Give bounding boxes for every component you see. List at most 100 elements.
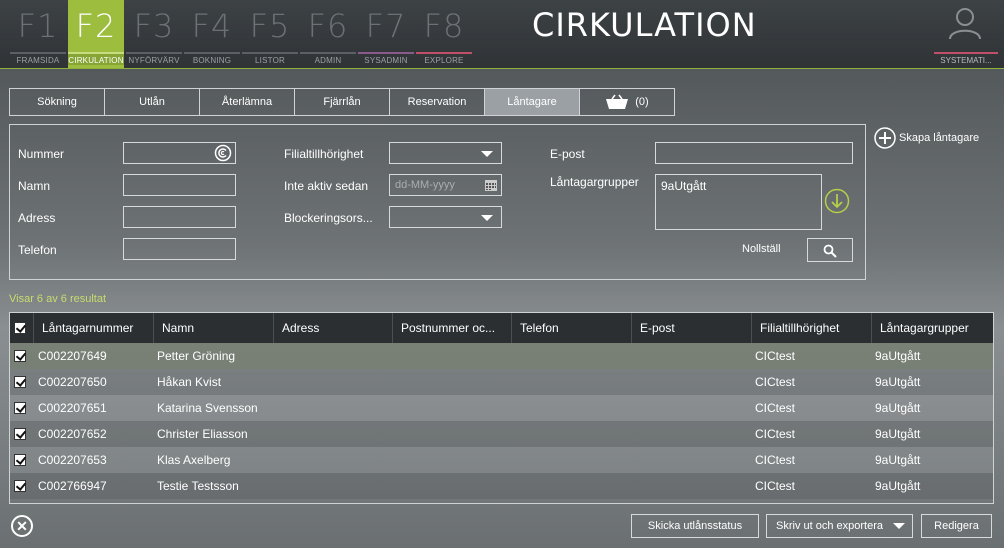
cell-number: C002207653 bbox=[38, 453, 107, 467]
create-borrower-label: Skapa låntagare bbox=[899, 132, 980, 144]
address-input[interactable] bbox=[123, 206, 236, 228]
number-input[interactable] bbox=[123, 142, 236, 164]
fkey-number: F7 bbox=[365, 7, 407, 45]
cell-group: 9aUtgått bbox=[875, 427, 921, 441]
column-header-email[interactable]: E-post bbox=[632, 313, 752, 343]
fkey-f2-cirkulation[interactable]: F2 CIRKULATION bbox=[68, 0, 124, 68]
row-checkbox[interactable] bbox=[14, 454, 26, 466]
tab-sokning[interactable]: Sökning bbox=[10, 89, 105, 115]
tab-lantagare[interactable]: Låntagare bbox=[485, 89, 580, 115]
chevron-down-icon bbox=[481, 215, 493, 221]
fkey-label: FRAMSIDA bbox=[10, 52, 66, 65]
cell-name: Håkan Kvist bbox=[157, 375, 222, 389]
send-loan-status-button[interactable]: Skicka utlånsstatus bbox=[631, 514, 759, 538]
table-row[interactable]: C002207653 Klas Axelberg CICtest 9aUtgåt… bbox=[10, 447, 993, 473]
fkey-f3-nyforvarv[interactable]: F3 NYFÖRVÄRV bbox=[126, 0, 182, 68]
branch-select[interactable] bbox=[389, 142, 502, 164]
fkey-number: F4 bbox=[191, 7, 233, 45]
tab-fjarrlan[interactable]: Fjärrlån bbox=[295, 89, 390, 115]
create-borrower-button[interactable]: Skapa låntagare bbox=[874, 127, 979, 149]
blocking-reason-label: Blockeringsors... bbox=[284, 211, 373, 225]
borrower-groups-list[interactable]: 9aUtgått bbox=[655, 174, 822, 230]
cell-name: Petter Gröning bbox=[157, 349, 236, 363]
row-checkbox[interactable] bbox=[14, 402, 26, 414]
inactive-since-input[interactable]: dd-MM-yyyy bbox=[389, 174, 502, 196]
fkey-number: F8 bbox=[423, 7, 465, 45]
name-input[interactable] bbox=[123, 174, 236, 196]
download-arrow-icon[interactable] bbox=[824, 188, 850, 214]
cell-number: C002207652 bbox=[38, 427, 107, 441]
cell-group: 9aUtgått bbox=[875, 479, 921, 493]
phone-label: Telefon bbox=[18, 243, 57, 257]
name-label: Namn bbox=[18, 179, 51, 193]
circulation-tabs: Sökning Utlån Återlämna Fjärrlån Reserva… bbox=[9, 88, 675, 116]
basket-count: (0) bbox=[635, 96, 649, 108]
column-header-name[interactable]: Namn bbox=[154, 313, 274, 343]
fkey-number: F2 bbox=[75, 7, 117, 45]
tab-utlan[interactable]: Utlån bbox=[105, 89, 200, 115]
reset-button[interactable]: Nollställ bbox=[742, 243, 781, 255]
column-header-address[interactable]: Adress bbox=[274, 313, 393, 343]
table-row[interactable]: C002207651 Katarina Svensson CICtest 9aU… bbox=[10, 395, 993, 421]
fkey-f8-explore[interactable]: F8 EXPLORE bbox=[416, 0, 472, 68]
tab-reservation[interactable]: Reservation bbox=[390, 89, 485, 115]
number-label: Nummer bbox=[18, 147, 65, 161]
row-checkbox[interactable] bbox=[14, 350, 26, 362]
fkey-f1-framsida[interactable]: F1 FRAMSIDA bbox=[10, 0, 66, 68]
cell-branch: CICtest bbox=[755, 349, 796, 363]
cell-branch: CICtest bbox=[755, 401, 796, 415]
results-table: Låntagarnummer Namn Adress Postnummer oc… bbox=[9, 312, 994, 504]
table-row[interactable]: C002766947 Testie Testsson CICtest 9aUtg… bbox=[10, 473, 993, 499]
cell-branch: CICtest bbox=[755, 453, 796, 467]
print-export-button[interactable]: Skriv ut och exportera bbox=[766, 514, 913, 538]
search-icon bbox=[823, 244, 837, 258]
tab-basket[interactable]: (0) bbox=[580, 89, 674, 115]
cell-group: 9aUtgått bbox=[875, 375, 921, 389]
user-label: SYSTEMATI... bbox=[934, 52, 998, 65]
close-button[interactable]: ✕ bbox=[11, 515, 33, 537]
column-header-phone[interactable]: Telefon bbox=[512, 313, 632, 343]
column-header-branch[interactable]: Filialtillhörighet bbox=[752, 313, 872, 343]
basket-icon bbox=[606, 94, 629, 109]
fkey-label: SYSADMIN bbox=[358, 52, 414, 65]
phone-input[interactable] bbox=[123, 238, 236, 260]
blocking-reason-select[interactable] bbox=[389, 206, 502, 228]
fkey-f6-admin[interactable]: F6 ADMIN bbox=[300, 0, 356, 68]
email-input[interactable] bbox=[655, 142, 853, 164]
fkey-f7-sysadmin[interactable]: F7 SYSADMIN bbox=[358, 0, 414, 68]
select-all-checkbox[interactable] bbox=[14, 322, 26, 334]
table-row[interactable]: C002207652 Christer Eliasson CICtest 9aU… bbox=[10, 421, 993, 447]
tab-aterlamna[interactable]: Återlämna bbox=[200, 89, 295, 115]
cell-name: Testie Testsson bbox=[157, 479, 239, 493]
table-row[interactable]: C002207650 Håkan Kvist CICtest 9aUtgått bbox=[10, 369, 993, 395]
print-export-label: Skriv ut och exportera bbox=[776, 520, 883, 532]
inactive-since-label: Inte aktiv sedan bbox=[284, 179, 369, 193]
edit-button[interactable]: Redigera bbox=[921, 514, 992, 538]
top-bar: F1 FRAMSIDA F2 CIRKULATION F3 NYFÖRVÄRV … bbox=[0, 0, 1004, 69]
column-header-postal[interactable]: Postnummer oc... bbox=[393, 313, 512, 343]
select-all-cell bbox=[10, 313, 34, 343]
fkey-f5-listor[interactable]: F5 LISTOR bbox=[242, 0, 298, 68]
borrower-group-value[interactable]: 9aUtgått bbox=[661, 179, 706, 193]
cell-name: Christer Eliasson bbox=[157, 427, 248, 441]
barcode-scan-icon[interactable] bbox=[214, 144, 232, 162]
cell-name: Katarina Svensson bbox=[157, 401, 258, 415]
cell-group: 9aUtgått bbox=[875, 349, 921, 363]
search-button[interactable] bbox=[807, 238, 853, 262]
row-checkbox[interactable] bbox=[14, 480, 26, 492]
column-header-groups[interactable]: Låntagargrupper bbox=[872, 313, 993, 343]
fkey-f4-bokning[interactable]: F4 BOKNING bbox=[184, 0, 240, 68]
address-label: Adress bbox=[18, 211, 56, 225]
row-checkbox[interactable] bbox=[14, 376, 26, 388]
column-header-number[interactable]: Låntagarnummer bbox=[34, 313, 154, 343]
email-label: E-post bbox=[550, 147, 585, 161]
table-row[interactable]: C002207649 Petter Gröning CICtest 9aUtgå… bbox=[10, 343, 993, 369]
fkey-number: F6 bbox=[307, 7, 349, 45]
chevron-down-icon bbox=[481, 151, 493, 157]
row-checkbox[interactable] bbox=[14, 428, 26, 440]
branch-label: Filialtillhörighet bbox=[284, 147, 364, 161]
cell-group: 9aUtgått bbox=[875, 453, 921, 467]
calendar-icon[interactable] bbox=[485, 180, 497, 191]
cell-number: C002207651 bbox=[38, 401, 107, 415]
user-menu[interactable]: SYSTEMATI... bbox=[934, 0, 998, 68]
